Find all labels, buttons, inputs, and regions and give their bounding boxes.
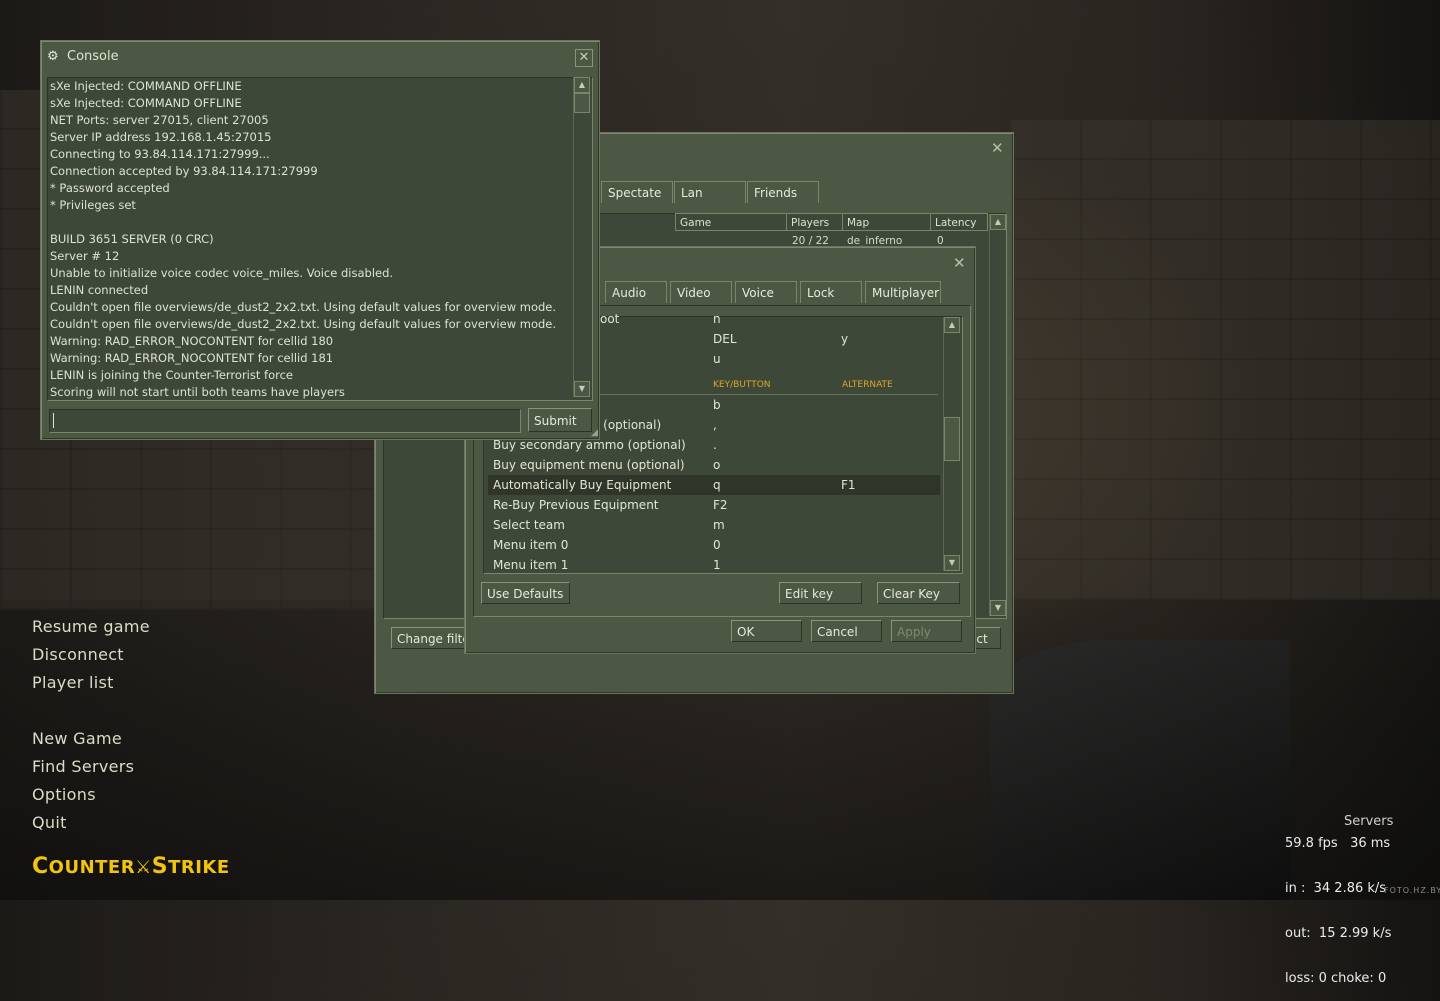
watermark: FOTO.HZ.BY (1384, 886, 1440, 895)
ok-button[interactable]: OK (731, 620, 802, 642)
list-item[interactable]: Select team m (488, 515, 940, 535)
menu-player-list[interactable]: Player list (32, 673, 114, 692)
scroll-thumb[interactable] (574, 93, 590, 113)
console-line: LENIN connected (50, 283, 149, 297)
column-key-button: KEY/BUTTON (713, 380, 771, 390)
tab-friends[interactable]: Friends (747, 181, 819, 203)
cancel-button[interactable]: Cancel (811, 620, 882, 642)
close-icon[interactable]: ✕ (575, 49, 593, 67)
console-line: sXe Injected: COMMAND OFFLINE (50, 79, 242, 93)
scroll-down-icon[interactable]: ▼ (574, 381, 590, 397)
net-graph-line: loss: 0 choke: 0 (1285, 971, 1387, 986)
menu-quit[interactable]: Quit (32, 813, 67, 832)
console-scrollbar[interactable]: ▲ ▼ (573, 77, 590, 397)
column-game[interactable]: Game (675, 213, 787, 231)
console-lines: sXe Injected: COMMAND OFFLINE sXe Inject… (50, 78, 570, 401)
list-item-selected[interactable]: Automatically Buy Equipment q F1 (488, 475, 940, 495)
console-line: Scoring will not start until both teams … (50, 385, 345, 399)
console-line: Couldn't open file overviews/de_dust2_2x… (50, 317, 557, 331)
tab-voice[interactable]: Voice (735, 281, 797, 303)
net-graph-line: in : 34 2.86 k/s (1285, 881, 1387, 896)
menu-new-game[interactable]: New Game (32, 729, 122, 748)
tab-spectate[interactable]: Spectate (601, 181, 673, 203)
scroll-thumb[interactable] (944, 417, 960, 461)
tab-audio[interactable]: Audio (605, 281, 667, 303)
menu-resume-game[interactable]: Resume game (32, 617, 150, 636)
tab-lan[interactable]: Lan (674, 181, 746, 203)
server-list-scrollbar[interactable]: ▲ ▼ (989, 214, 1006, 616)
list-item[interactable]: Re-Buy Previous Equipment F2 (488, 495, 940, 515)
console-line: sXe Injected: COMMAND OFFLINE (50, 96, 242, 110)
tab-lock[interactable]: Lock (800, 281, 862, 303)
edit-key-button[interactable]: Edit key (779, 582, 862, 604)
close-icon[interactable]: ✕ (991, 139, 1004, 157)
console-title: Console (67, 49, 119, 64)
submit-button[interactable]: Submit (528, 408, 592, 432)
column-alternate: ALTERNATE (842, 380, 893, 390)
clear-key-button[interactable]: Clear Key (877, 582, 960, 604)
net-graph: 59.8 fps 36 ms in : 34 2.86 k/s out: 15 … (1285, 806, 1391, 1001)
console-line: NET Ports: server 27015, client 27005 (50, 113, 269, 127)
close-icon[interactable]: ✕ (953, 254, 966, 272)
list-item[interactable]: Buy equipment menu (optional) o (488, 455, 940, 475)
scroll-up-icon[interactable]: ▲ (944, 317, 960, 333)
scroll-down-icon[interactable]: ▼ (944, 555, 960, 571)
console-line: LENIN is joining the Counter-Terrorist f… (50, 368, 293, 382)
background-wall-right (1010, 120, 1440, 600)
change-filters-button[interactable]: Change filte (391, 627, 471, 649)
scroll-up-icon[interactable]: ▲ (990, 214, 1006, 230)
console-line: * Password accepted (50, 181, 170, 195)
resize-grip-icon[interactable]: ◢ (591, 428, 598, 438)
console-line: Connection accepted by 93.84.114.171:279… (50, 164, 318, 178)
menu-options[interactable]: Options (32, 785, 96, 804)
console-line: Warning: RAD_ERROR_NOCONTENT for cellid … (50, 334, 334, 348)
console-line: Couldn't open file overviews/de_dust2_2x… (50, 300, 557, 314)
column-latency[interactable]: Latency (930, 213, 988, 231)
console-line: Server IP address 192.168.1.45:27015 (50, 130, 272, 144)
console-line: * Privileges set (50, 198, 136, 212)
console-line: Connecting to 93.84.114.171:27999... (50, 147, 270, 161)
text-cursor (53, 413, 54, 428)
key-list-scrollbar[interactable]: ▲ ▼ (943, 317, 960, 571)
console-input[interactable] (49, 409, 521, 433)
net-graph-line: 59.8 fps 36 ms (1285, 836, 1391, 851)
console-line: Server # 12 (50, 249, 120, 263)
menu-disconnect[interactable]: Disconnect (32, 645, 124, 664)
list-item[interactable]: Menu item 00 (488, 535, 940, 555)
menu-find-servers[interactable]: Find Servers (32, 757, 134, 776)
use-defaults-button[interactable]: Use Defaults (481, 582, 570, 604)
weapon-viewmodel (990, 640, 1290, 900)
soldier-icon: ⚔ (135, 857, 152, 878)
tab-video[interactable]: Video (670, 281, 732, 303)
scroll-down-icon[interactable]: ▼ (990, 600, 1006, 616)
console-line: Warning: RAD_ERROR_NOCONTENT for cellid … (50, 351, 334, 365)
list-item[interactable]: Menu item 11 (488, 555, 940, 571)
steam-icon: ⚙ (47, 49, 59, 64)
console-line: BUILD 3651 SERVER (0 CRC) (50, 232, 214, 246)
console-line: Unable to initialize voice codec voice_m… (50, 266, 394, 280)
counter-strike-logo: COUNTER⚔STRIKE (32, 854, 230, 879)
net-graph-line: out: 15 2.99 k/s (1285, 926, 1392, 941)
column-players[interactable]: Players (786, 213, 843, 231)
column-map[interactable]: Map (842, 213, 931, 231)
scroll-up-icon[interactable]: ▲ (574, 77, 590, 93)
tab-multiplayer[interactable]: Multiplayer (865, 281, 941, 303)
apply-button[interactable]: Apply (891, 620, 962, 642)
